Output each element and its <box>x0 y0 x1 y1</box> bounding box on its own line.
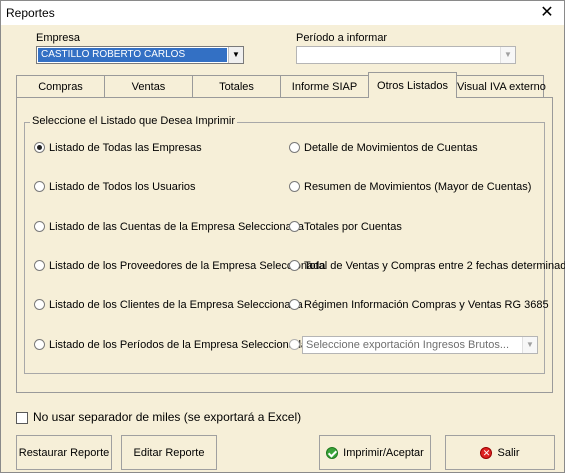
button-label: Restaurar Reporte <box>18 446 110 459</box>
window-title: Reportes <box>6 6 55 20</box>
imprimir-aceptar-button[interactable]: Imprimir/Aceptar <box>319 435 431 470</box>
frame-title: Seleccione el Listado que Desea Imprimir <box>30 115 237 127</box>
x-circle-icon: ✕ <box>480 446 493 459</box>
close-icon[interactable]: ✕ <box>536 2 558 24</box>
chevron-down-icon[interactable]: ▼ <box>522 337 537 353</box>
empresa-label: Empresa <box>36 32 81 44</box>
radio-button[interactable] <box>289 260 300 271</box>
chevron-down-icon[interactable]: ▼ <box>500 47 515 63</box>
radio-button[interactable] <box>34 142 45 153</box>
tab-visual-iva-externo[interactable]: Visual IVA externo <box>456 75 546 97</box>
title-bar: Reportes ✕ <box>1 1 564 25</box>
radio-button[interactable] <box>289 142 300 153</box>
option-label: Detalle de Movimientos de Cuentas <box>304 142 478 154</box>
ingresos-brutos-placeholder: Seleccione exportación Ingresos Brutos..… <box>306 339 510 351</box>
option-label: Listado de los Clientes de la Empresa Se… <box>49 299 303 311</box>
tab-informe-siap[interactable]: Informe SIAP <box>280 75 369 97</box>
tab-otros-listados[interactable]: Otros Listados <box>368 72 457 98</box>
tab-totales[interactable]: Totales <box>192 75 281 97</box>
editar-reporte-button[interactable]: Editar Reporte <box>121 435 217 470</box>
radio-button[interactable] <box>289 221 300 232</box>
radio-button[interactable] <box>289 299 300 310</box>
salir-button[interactable]: ✕ Salir <box>445 435 555 470</box>
radio-button[interactable] <box>34 181 45 192</box>
radio-button[interactable] <box>34 221 45 232</box>
restaurar-reporte-button[interactable]: Restaurar Reporte <box>16 435 112 470</box>
no-separator-label: No usar separador de miles (se exportará… <box>33 410 302 424</box>
radio-button[interactable] <box>289 181 300 192</box>
empresa-value: CASTILLO ROBERTO CARLOS <box>38 48 227 62</box>
option-label: Listado de Todos los Usuarios <box>49 181 196 193</box>
radio-button[interactable] <box>34 260 45 271</box>
option-label: Listado de los Proveedores de la Empresa… <box>49 260 326 272</box>
radio-button[interactable] <box>34 299 45 310</box>
option-label: Total de Ventas y Compras entre 2 fechas… <box>304 260 565 272</box>
tab-compras[interactable]: Compras <box>16 75 105 97</box>
button-label: Salir <box>497 446 520 459</box>
radio-button[interactable] <box>34 339 45 350</box>
no-separator-checkbox[interactable] <box>16 412 28 424</box>
option-label: Régimen Información Compras y Ventas RG … <box>304 299 549 311</box>
check-circle-icon <box>326 446 339 459</box>
reportes-window: Reportes ✕ Empresa CASTILLO ROBERTO CARL… <box>0 0 565 473</box>
empresa-select[interactable]: CASTILLO ROBERTO CARLOS ▼ <box>36 46 244 64</box>
option-label: Listado de las Cuentas de la Empresa Sel… <box>49 221 304 233</box>
tab-ventas[interactable]: Ventas <box>104 75 193 97</box>
ingresos-brutos-select[interactable]: Seleccione exportación Ingresos Brutos..… <box>302 336 538 354</box>
option-label: Totales por Cuentas <box>304 221 402 233</box>
option-label: Listado de los Períodos de la Empresa Se… <box>49 339 308 351</box>
periodo-label: Período a informar <box>296 32 388 44</box>
radio-button[interactable] <box>289 339 300 350</box>
option-label: Listado de Todas las Empresas <box>49 142 202 154</box>
periodo-select[interactable]: ▼ <box>296 46 516 64</box>
button-label: Editar Reporte <box>133 446 205 459</box>
option-label: Resumen de Movimientos (Mayor de Cuentas… <box>304 181 532 193</box>
button-label: Imprimir/Aceptar <box>343 446 424 459</box>
chevron-down-icon[interactable]: ▼ <box>228 47 243 63</box>
